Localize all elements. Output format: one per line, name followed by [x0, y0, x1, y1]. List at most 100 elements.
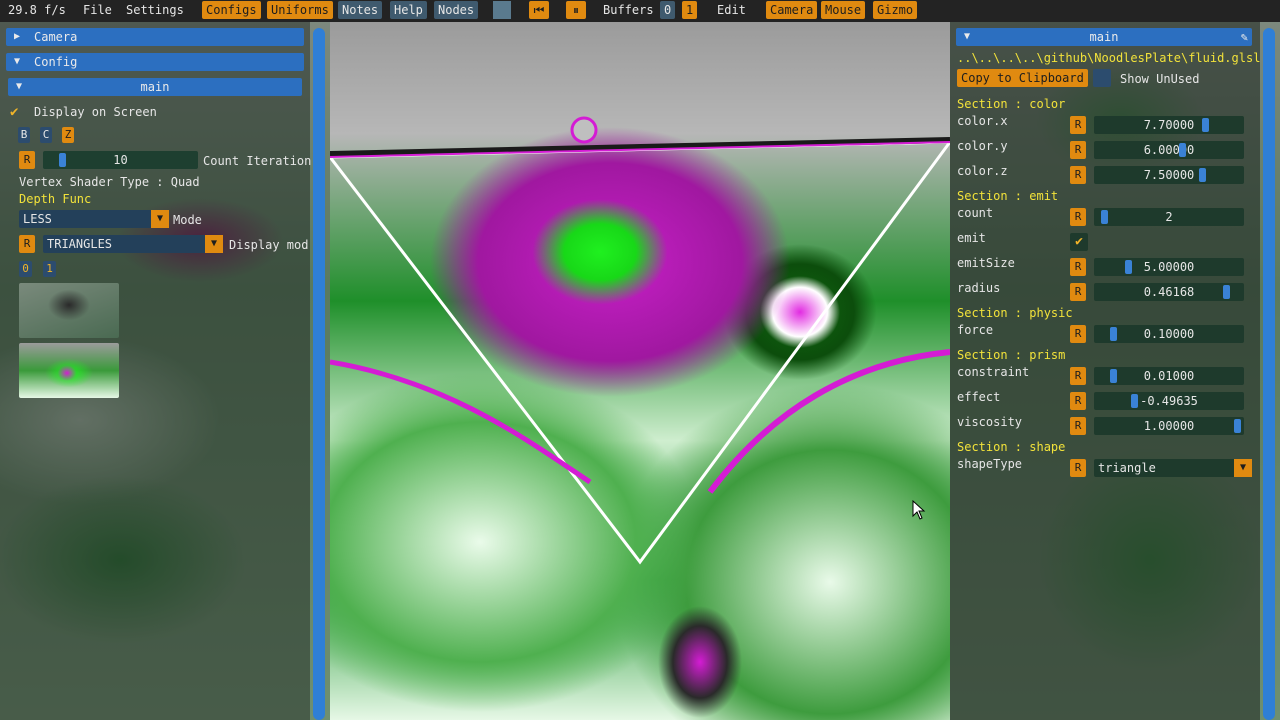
vertex-shader-type-label: Vertex Shader Type : Quad: [19, 175, 200, 189]
count-iteration-value: 10: [113, 153, 128, 167]
copy-to-clipboard-button[interactable]: Copy to Clipboard: [957, 69, 1088, 87]
nodes-toggle[interactable]: Nodes: [434, 1, 479, 19]
emitsize-reset-button[interactable]: R: [1070, 258, 1086, 276]
buffers-label: Buffers: [603, 3, 654, 17]
color-y-slider[interactable]: 6.00000: [1094, 141, 1244, 159]
constraint-reset-button[interactable]: R: [1070, 367, 1086, 385]
color-z-reset-button[interactable]: R: [1070, 166, 1086, 184]
shapetype-dropdown[interactable]: triangle ▼: [1094, 459, 1252, 477]
viscosity-slider[interactable]: 1.00000: [1094, 417, 1244, 435]
force-reset-button[interactable]: R: [1070, 325, 1086, 343]
camera-header[interactable]: ▶ Camera: [6, 28, 304, 46]
z-button[interactable]: Z: [62, 127, 74, 143]
left-panel-scrollbar[interactable]: [313, 28, 325, 720]
render-viewport[interactable]: [330, 22, 950, 720]
config-header-label: Config: [34, 55, 78, 69]
right-panel-scrollbar[interactable]: [1263, 28, 1275, 720]
color-x-slider[interactable]: 7.70000: [1094, 116, 1244, 134]
config-header[interactable]: ▼ Config: [6, 53, 304, 71]
buffer-0-thumb-button[interactable]: 0: [19, 261, 32, 277]
show-unused-checkbox[interactable]: [1093, 69, 1111, 87]
color-y-reset-button[interactable]: R: [1070, 141, 1086, 159]
emit-checkbox[interactable]: ✔: [1070, 233, 1088, 251]
slider-grab[interactable]: [1223, 285, 1230, 299]
count-iteration-reset-button[interactable]: R: [19, 151, 35, 169]
color-x-reset-button[interactable]: R: [1070, 116, 1086, 134]
c-button[interactable]: C: [40, 127, 52, 143]
expanded-arrow-icon: ▼: [964, 31, 971, 42]
main-header[interactable]: ▼ main: [8, 78, 302, 96]
shapetype-reset-button[interactable]: R: [1070, 459, 1086, 477]
emitsize-slider[interactable]: 5.00000: [1094, 258, 1244, 276]
display-on-screen-checkbox[interactable]: ✔: [10, 104, 18, 120]
slider-grab[interactable]: [59, 153, 66, 167]
chevron-down-icon[interactable]: ▼: [151, 210, 169, 228]
buffer-1-thumb-button[interactable]: 1: [43, 261, 56, 277]
slider-grab[interactable]: [1202, 118, 1209, 132]
count-slider[interactable]: 2: [1094, 208, 1244, 226]
color-x-value: 7.70000: [1143, 118, 1195, 132]
uniforms-toggle[interactable]: Uniforms: [267, 1, 333, 19]
fluid-shape-overlay: [330, 116, 950, 565]
slider-grab[interactable]: [1101, 210, 1108, 224]
chevron-down-icon[interactable]: ▼: [205, 235, 223, 253]
color-z-slider[interactable]: 7.50000: [1094, 166, 1244, 184]
section-physic-label: Section : physic: [957, 306, 1073, 320]
restart-icon[interactable]: ⏮: [529, 1, 549, 19]
count-reset-button[interactable]: R: [1070, 208, 1086, 226]
effect-label: effect: [957, 390, 1001, 404]
display-mode-value: TRIANGLES: [47, 237, 113, 251]
menu-file[interactable]: File: [83, 1, 112, 19]
display-mode-reset-button[interactable]: R: [19, 235, 35, 253]
buffer-0-button[interactable]: 0: [660, 1, 676, 19]
mouse-toggle[interactable]: Mouse: [821, 1, 866, 19]
menu-edit[interactable]: Edit: [717, 1, 746, 19]
gizmo-toggle[interactable]: Gizmo: [873, 1, 918, 19]
chevron-down-icon[interactable]: ▼: [1234, 459, 1252, 477]
b-button[interactable]: B: [18, 127, 30, 143]
force-label: force: [957, 323, 994, 337]
slider-grab[interactable]: [1179, 143, 1186, 157]
count-iteration-slider[interactable]: 10: [43, 151, 198, 169]
radius-slider[interactable]: 0.46168: [1094, 283, 1244, 301]
force-slider[interactable]: 0.10000: [1094, 325, 1244, 343]
display-mode-dropdown[interactable]: TRIANGLES ▼: [43, 235, 223, 253]
slider-grab[interactable]: [1110, 327, 1117, 341]
effect-reset-button[interactable]: R: [1070, 392, 1086, 410]
viscosity-reset-button[interactable]: R: [1070, 417, 1086, 435]
configs-toggle[interactable]: Configs: [202, 1, 261, 19]
buffer-1-thumbnail[interactable]: [19, 343, 119, 398]
notes-toggle[interactable]: Notes: [338, 1, 383, 19]
emit-label: emit: [957, 231, 986, 245]
help-toggle[interactable]: Help: [390, 1, 427, 19]
menu-settings[interactable]: Settings: [126, 1, 184, 19]
buffer-0-thumbnail[interactable]: [19, 283, 119, 338]
camera-toggle[interactable]: Camera: [766, 1, 818, 19]
color-swatch-button[interactable]: [493, 1, 511, 19]
count-value: 2: [1165, 210, 1173, 224]
force-value: 0.10000: [1143, 327, 1195, 341]
constraint-slider[interactable]: 0.01000: [1094, 367, 1244, 385]
slider-grab[interactable]: [1199, 168, 1206, 182]
pause-icon[interactable]: ⏸: [566, 1, 586, 19]
slider-grab[interactable]: [1110, 369, 1117, 383]
count-iteration-label: Count Iteration: [203, 154, 312, 168]
slider-grab[interactable]: [1125, 260, 1132, 274]
show-unused-label: Show UnUsed: [1120, 72, 1200, 86]
mouse-cursor-icon: [912, 500, 926, 520]
depth-mode-dropdown[interactable]: LESS ▼: [19, 210, 169, 228]
edit-pencil-icon[interactable]: ✎: [1241, 28, 1248, 46]
color-z-value: 7.50000: [1143, 168, 1195, 182]
radius-reset-button[interactable]: R: [1070, 283, 1086, 301]
count-label: count: [957, 206, 994, 220]
main-uniforms-header[interactable]: ▼ main ✎: [956, 28, 1252, 46]
slider-grab[interactable]: [1234, 419, 1241, 433]
shader-path: ..\..\..\..\github\NoodlesPlate\fluid.gl…: [957, 51, 1261, 65]
right-uniforms-panel: ▼ main ✎ ..\..\..\..\github\NoodlesPlate…: [950, 22, 1260, 720]
constraint-label: constraint: [957, 365, 1030, 379]
buffer-1-button[interactable]: 1: [682, 1, 698, 19]
slider-grab[interactable]: [1131, 394, 1138, 408]
effect-slider[interactable]: -0.49635: [1094, 392, 1244, 410]
constraint-value: 0.01000: [1143, 369, 1195, 383]
top-menu-bar: 29.8 f/s File Settings Configs Uniforms …: [0, 0, 1280, 22]
